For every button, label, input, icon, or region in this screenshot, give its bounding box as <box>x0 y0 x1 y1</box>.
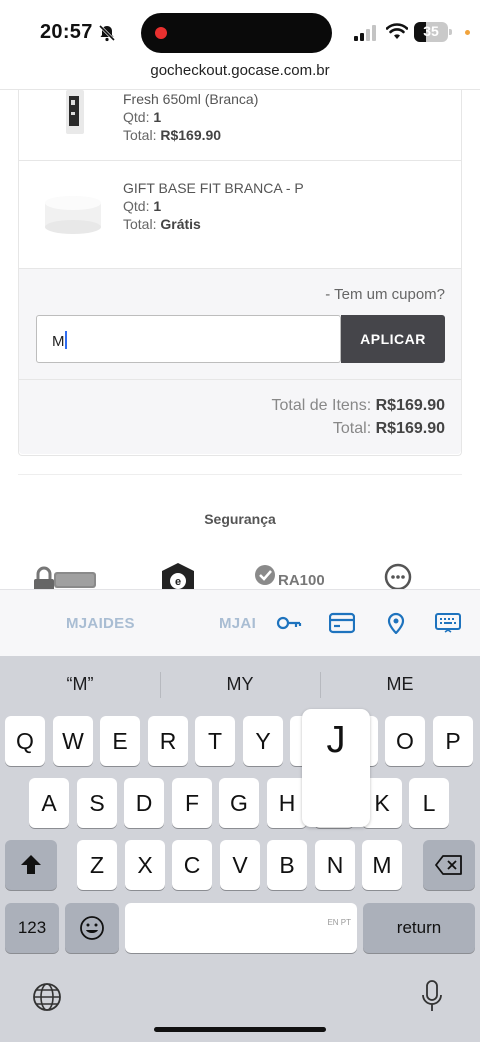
emoji-icon <box>80 916 104 940</box>
grand-total-value: R$169.90 <box>375 420 445 437</box>
cart-summary: Fresh 650ml (Branca) Qtd: 1 Total: R$169… <box>18 90 462 456</box>
bell-slash-icon <box>98 24 116 42</box>
svg-text:RA1000: RA1000 <box>278 572 324 589</box>
keyboard-icon[interactable] <box>435 612 461 634</box>
key-b[interactable]: B <box>267 840 307 890</box>
item-total: R$169.90 <box>160 127 222 143</box>
item-details: GIFT BASE FIT BRANCA - P Qtd: 1 Total: G… <box>123 179 304 233</box>
text-caret <box>64 331 67 349</box>
numbers-key[interactable]: 123 <box>5 903 59 953</box>
key-a[interactable]: A <box>29 778 69 828</box>
key-r[interactable]: R <box>148 716 188 766</box>
qty-value: 1 <box>153 109 162 125</box>
cart-item: Fresh 650ml (Branca) Qtd: 1 Total: R$169… <box>19 90 461 161</box>
url-text: gocheckout.gocase.com.br <box>150 62 330 79</box>
prediction-3[interactable]: ME <box>320 674 480 695</box>
location-pin-icon[interactable] <box>383 612 409 634</box>
emoji-key[interactable] <box>65 903 119 953</box>
clock-seal-icon <box>384 563 412 589</box>
coupon-input-value: M <box>52 333 65 350</box>
key-c[interactable]: C <box>172 840 212 890</box>
wifi-icon <box>386 23 408 39</box>
coupon-section: - Tem um cupom? M APLICAR <box>19 268 461 380</box>
key-y[interactable]: Y <box>243 716 283 766</box>
reclame-aqui-seal-icon: RA1000 <box>255 565 324 589</box>
space-key[interactable]: EN PT <box>125 903 357 953</box>
qty-label: Qtd: <box>123 109 150 125</box>
prediction-2[interactable]: MY <box>160 674 320 695</box>
dynamic-island <box>141 13 332 53</box>
space-language-hint: EN PT <box>327 918 351 927</box>
security-title: Segurança <box>204 511 276 527</box>
key-popup: J <box>302 709 370 827</box>
key-o[interactable]: O <box>385 716 425 766</box>
key-m[interactable]: M <box>362 840 402 890</box>
key-z[interactable]: Z <box>77 840 117 890</box>
total-label: Total: <box>123 216 157 232</box>
key-g[interactable]: G <box>219 778 259 828</box>
bottle-thumbnail <box>66 90 84 134</box>
comodo-seal-icon <box>34 566 96 589</box>
total-label: Total: <box>123 127 157 143</box>
signal-icon <box>354 25 376 41</box>
key-w[interactable]: W <box>53 716 93 766</box>
delete-key[interactable] <box>423 840 475 890</box>
svg-text:e: e <box>175 576 181 588</box>
shift-key[interactable] <box>5 840 57 890</box>
qty-value: 1 <box>153 198 162 214</box>
base-thumbnail <box>45 196 101 234</box>
item-total: Grátis <box>160 216 201 232</box>
mic-indicator <box>465 30 470 35</box>
items-total-label: Total de Itens: <box>271 397 372 414</box>
key-l[interactable]: L <box>409 778 449 828</box>
autofill-bar: MJAIDES MJAI <box>0 589 480 656</box>
item-details: Fresh 650ml (Branca) Qtd: 1 Total: R$169… <box>123 90 258 144</box>
backspace-icon <box>435 855 462 875</box>
key-n[interactable]: N <box>315 840 355 890</box>
coupon-input[interactable]: M <box>36 315 341 363</box>
battery-percent: 35 <box>423 23 439 39</box>
item-name: Fresh 650ml (Branca) <box>123 91 259 107</box>
items-total-value: R$169.90 <box>375 397 445 414</box>
return-key[interactable]: return <box>363 903 475 953</box>
key-d[interactable]: D <box>124 778 164 828</box>
ebit-seal-icon: e <box>162 563 194 589</box>
key-p[interactable]: P <box>433 716 473 766</box>
key-v[interactable]: V <box>220 840 260 890</box>
shift-icon <box>21 855 41 874</box>
order-totals: Total de Itens: R$169.90 Total: R$169.90 <box>19 380 461 454</box>
section-divider <box>18 474 462 475</box>
key-f[interactable]: F <box>172 778 212 828</box>
cart-item: GIFT BASE FIT BRANCA - P Qtd: 1 Total: G… <box>19 161 461 268</box>
key-q[interactable]: Q <box>5 716 45 766</box>
prediction-1[interactable]: “M” <box>0 674 160 695</box>
items-total-row: Total de Itens: R$169.90 <box>272 397 445 415</box>
clock: 20:57 <box>40 21 93 43</box>
key-s[interactable]: S <box>77 778 117 828</box>
key-h[interactable]: H <box>267 778 307 828</box>
status-bar: 20:57 35 <box>0 0 480 62</box>
globe-icon[interactable] <box>32 982 62 1012</box>
home-indicator <box>154 1027 326 1032</box>
credit-card-icon[interactable] <box>329 612 355 634</box>
key-t[interactable]: T <box>195 716 235 766</box>
key-icon[interactable] <box>276 612 302 634</box>
apply-coupon-button[interactable]: APLICAR <box>341 315 445 363</box>
recording-indicator <box>155 27 167 39</box>
battery-icon: 35 <box>414 22 452 42</box>
autofill-suggestion[interactable]: MJAIDES <box>66 615 135 632</box>
microphone-icon[interactable] <box>420 980 444 1014</box>
address-bar[interactable]: gocheckout.gocase.com.br <box>0 62 480 90</box>
key-e[interactable]: E <box>100 716 140 766</box>
coupon-link[interactable]: - Tem um cupom? <box>325 286 445 303</box>
grand-total-label: Total: <box>332 420 372 437</box>
item-name: GIFT BASE FIT BRANCA - P <box>123 180 304 196</box>
key-x[interactable]: X <box>125 840 165 890</box>
qty-label: Qtd: <box>123 198 150 214</box>
grand-total-row: Total: R$169.90 <box>333 420 445 438</box>
autofill-suggestion[interactable]: MJAI <box>219 615 256 632</box>
